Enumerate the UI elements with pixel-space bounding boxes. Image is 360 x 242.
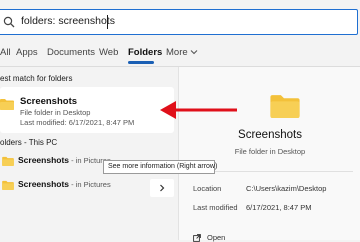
best-match-type: File folder in Desktop [20, 108, 91, 117]
best-match-title: Screenshots [20, 96, 78, 107]
open-action[interactable]: Open [193, 233, 225, 242]
search-bar: folders: screenshots [0, 0, 360, 38]
best-match-modified: Last modified: 6/17/2021, 8:47 PM [20, 118, 135, 127]
tab-documents[interactable]: Documents [47, 47, 95, 58]
modified-value: 6/17/2021, 8:47 PM [246, 203, 312, 212]
red-arrow-annotation [160, 101, 237, 119]
see-more-info-button[interactable] [150, 179, 174, 197]
preview-subtitle: File folder in Desktop [234, 147, 306, 156]
tab-all[interactable]: All [0, 47, 11, 58]
folder-icon [0, 99, 14, 110]
chevron-right-icon [160, 184, 165, 192]
open-icon [193, 234, 201, 242]
filter-tabs: All Apps Documents Web Folders More [0, 42, 360, 64]
folder-icon [270, 95, 300, 118]
modified-label: Last modified [193, 203, 238, 212]
search-query: folders: screenshots [21, 15, 115, 27]
location-value: C:\Users\kazim\Desktop [246, 184, 327, 193]
tab-web[interactable]: Web [99, 47, 118, 58]
list-item[interactable]: Screenshots - in Pictures [0, 175, 174, 197]
tab-more-label: More [166, 47, 188, 58]
list-item-name: Screenshots - in Pictures [18, 155, 111, 165]
folder-icon [2, 156, 14, 166]
list-item-location: - in Pictures [69, 180, 111, 189]
folder-icon [2, 180, 14, 190]
text-caret [107, 15, 108, 29]
open-label: Open [207, 233, 226, 242]
preview-pane: Screenshots File folder in Desktop Locat… [178, 67, 360, 242]
tab-more[interactable]: More [166, 47, 198, 58]
preview-title: Screenshots [238, 129, 302, 141]
active-tab-indicator [128, 61, 154, 64]
tooltip: See more information (Right arrow) [103, 160, 217, 174]
list-item-name: Screenshots - in Pictures [18, 179, 111, 189]
chevron-down-icon [190, 50, 198, 55]
tab-apps[interactable]: Apps [16, 47, 38, 58]
search-input[interactable]: folders: screenshots [0, 9, 358, 35]
best-match-heading: est match for folders [0, 74, 73, 83]
results-list: est match for folders Screenshots File f… [0, 67, 178, 240]
folders-section-heading: olders - This PC [0, 138, 58, 147]
location-label: Location [193, 184, 222, 193]
search-icon [3, 16, 15, 28]
tab-folders[interactable]: Folders [128, 47, 162, 58]
